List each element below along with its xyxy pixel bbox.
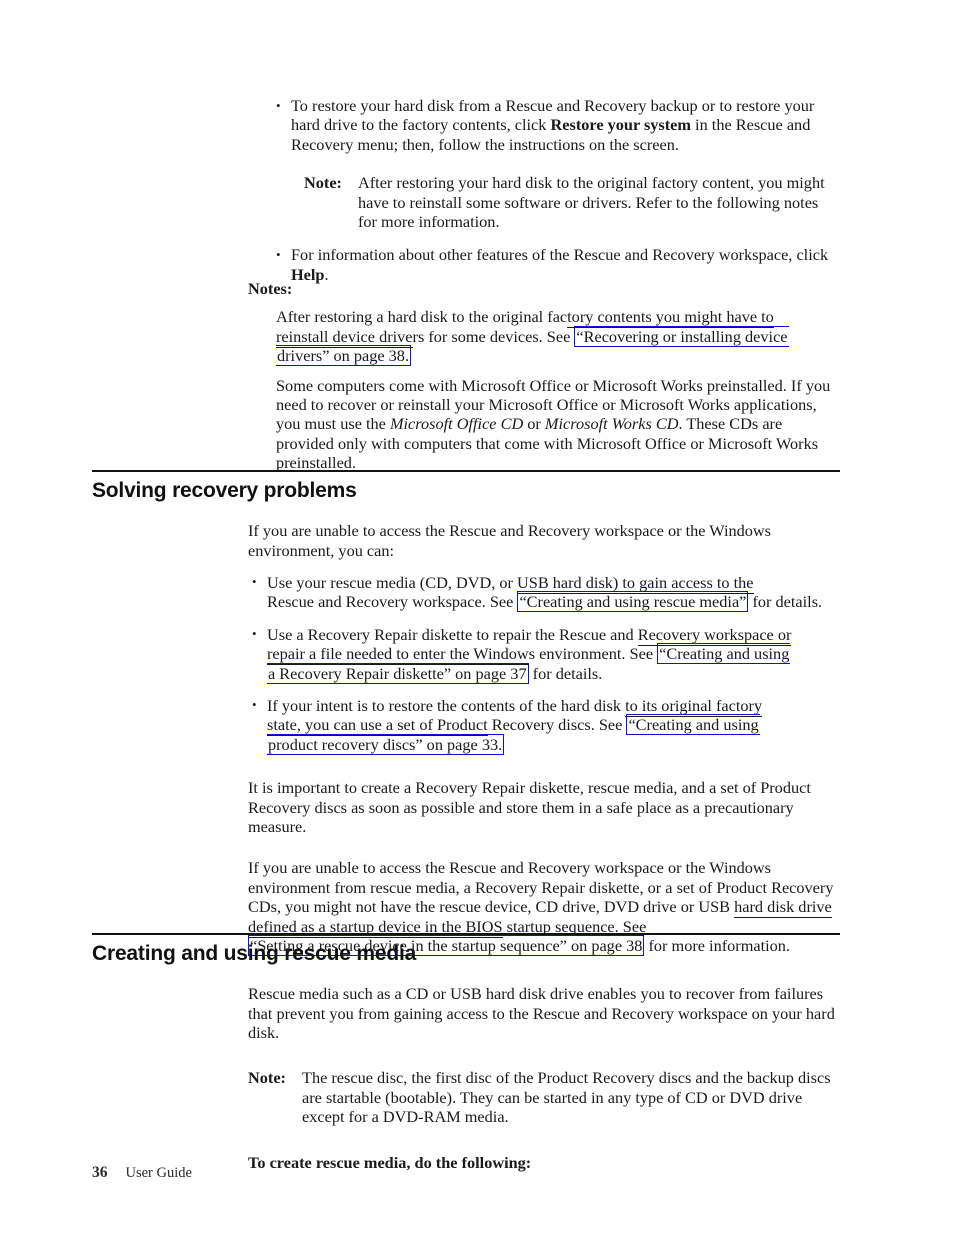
bullet-marker: • xyxy=(252,626,257,642)
b2-text-before: Use a Recovery Repair diskette to repair… xyxy=(267,624,638,644)
bullet-marker: • xyxy=(252,574,257,590)
link-creating-and-using-product-recovery-discs[interactable]: “Creating and using xyxy=(626,714,760,736)
lead-in-text: To create rescue media, do the following… xyxy=(248,1152,532,1172)
b3-text-mid: Recovery discs. See xyxy=(487,715,627,735)
page-footer: 36 User Guide xyxy=(92,1164,192,1182)
section-rule xyxy=(92,933,840,935)
note-paragraph-1: After restoring a hard disk to the origi… xyxy=(276,307,840,367)
b3-text-before: If your intent is to restore the content… xyxy=(267,695,626,715)
notes-heading-text: Notes: xyxy=(248,279,293,298)
note1-text-mid: rs for some devices. See xyxy=(412,326,575,346)
section-creating-and-using-rescue-media: Creating and using rescue media Rescue m… xyxy=(92,933,840,1172)
notes-heading: Notes: xyxy=(248,279,840,298)
bold-restore-your-system: Restore your system xyxy=(550,115,691,135)
bullet-marker: • xyxy=(276,97,281,113)
page-title-solving-recovery-problems: Solving recovery problems xyxy=(92,479,357,502)
list-item: • Use your rescue media (CD, DVD, or USB … xyxy=(252,572,840,613)
link-creating-and-using-recovery-repair-diskette[interactable]: “Creating and using xyxy=(657,643,791,665)
link-creating-and-using-recovery-repair-diskette-cont[interactable]: a Recovery Repair diskette” on page 37 xyxy=(267,662,529,684)
list-item: • To restore your hard disk from a Rescue… xyxy=(276,96,840,154)
footer-document-title: User Guide xyxy=(125,1165,192,1181)
footer-page-number: 36 xyxy=(92,1164,108,1181)
b1-text-before: Use your rescue media (CD, DVD, or xyxy=(267,572,518,592)
bullet-marker: • xyxy=(276,246,281,262)
intro-bullet-list: • To restore your hard disk from a Rescue… xyxy=(248,96,840,154)
note-text: After restoring your hard disk to the or… xyxy=(358,173,825,232)
solving-bullet-list: • Use your rescue media (CD, DVD, or USB … xyxy=(252,572,840,755)
bullet-marker: • xyxy=(252,697,257,713)
intro-note-block: Note: After restoring your hard disk to t… xyxy=(304,173,840,231)
b1-text-mid: Rescue and Recovery workspace. See xyxy=(267,592,518,612)
bullet-text-part1: For information about other features of … xyxy=(291,245,829,265)
note-label: Note: xyxy=(304,173,342,193)
list-item: • If your intent is to restore the conten… xyxy=(252,695,840,755)
notes-group: Notes: After restoring a hard disk to th… xyxy=(92,279,840,473)
section-rule xyxy=(92,470,840,472)
list-item: • Use a Recovery Repair diskette to repai… xyxy=(252,624,840,684)
italic-microsoft-office-cd: Microsoft Office CD xyxy=(389,414,524,434)
note-label: Note: xyxy=(248,1068,286,1088)
intro-bullet-group: • To restore your hard disk from a Rescue… xyxy=(92,96,840,284)
italic-microsoft-works-cd: Microsoft Works CD xyxy=(544,414,679,434)
link-creating-and-using-rescue-media[interactable]: “Creating and using rescue media” xyxy=(517,591,749,613)
paragraph-important-create: It is important to create a Recovery Rep… xyxy=(248,778,811,837)
lead-in-to-create-rescue-media: To create rescue media, do the following… xyxy=(248,1153,840,1172)
note1-text-before: After restoring a hard disk to the origi… xyxy=(276,307,568,327)
solving-intro-paragraph: If you are unable to access the Rescue a… xyxy=(248,521,772,560)
link-recovering-installing-device-drivers[interactable]: “Recovering or installing device xyxy=(574,325,789,347)
b2-text-mid: s environment. See xyxy=(528,644,658,664)
document-page: • To restore your hard disk from a Rescue… xyxy=(0,0,954,1235)
page-title-creating-and-using-rescue-media: Creating and using rescue media xyxy=(92,942,417,965)
section-solving-recovery-problems: Solving recovery problems If you are una… xyxy=(92,470,840,957)
rescue-media-note-block: Note: The rescue disc, the first disc of … xyxy=(248,1068,840,1126)
note-text: The rescue disc, the first disc of the P… xyxy=(302,1068,831,1127)
b1-text-after: for details. xyxy=(748,592,823,612)
note-paragraph-2: Some computers come with Microsoft Offic… xyxy=(276,376,840,473)
note2-part2: or xyxy=(523,414,545,434)
rescue-media-intro-paragraph: Rescue media such as a CD or USB hard di… xyxy=(248,984,835,1042)
link-recovering-installing-device-drivers-cont[interactable]: drivers” on page 38. xyxy=(276,345,412,367)
b2-text-after: for details. xyxy=(528,663,603,683)
link-creating-and-using-product-recovery-discs-cont[interactable]: product recovery discs” on page 33. xyxy=(267,733,505,755)
